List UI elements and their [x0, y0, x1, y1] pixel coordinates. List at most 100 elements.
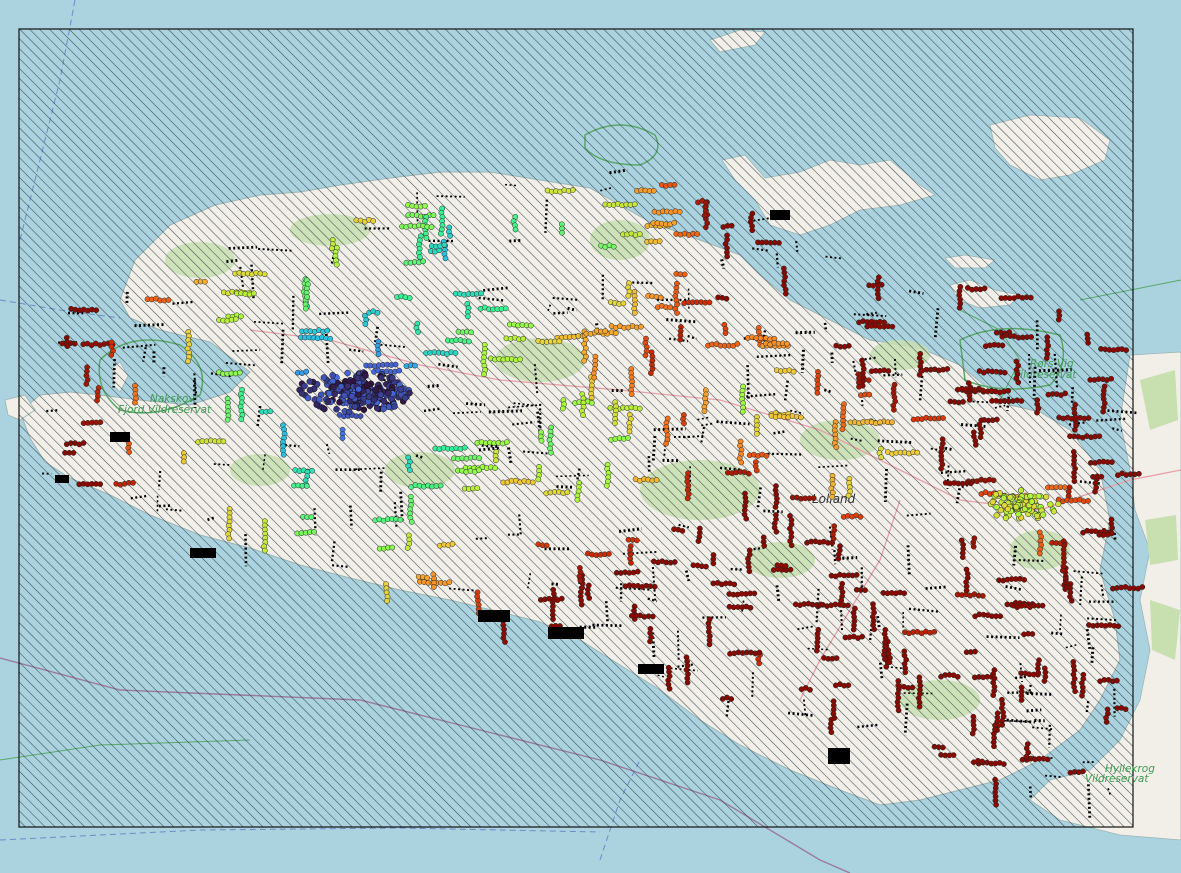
colored-point: [818, 601, 824, 608]
map-canvas[interactable]: Nakskov Fjord Vildreservat Rørs Vig Vild…: [0, 0, 1181, 873]
label-nakskov-line2: Fjord Vildreservat: [118, 404, 212, 416]
colored-point: [250, 290, 257, 297]
colored-point: [997, 613, 1004, 620]
colored-point: [706, 641, 713, 648]
colored-point: [628, 391, 635, 398]
colored-point: [901, 590, 908, 597]
colored-point: [695, 538, 702, 544]
colored-point: [845, 492, 852, 499]
cluster-point: [360, 406, 368, 413]
colored-point: [304, 294, 310, 300]
colored-point: [648, 370, 654, 377]
colored-point: [503, 439, 510, 445]
colored-point: [940, 744, 946, 751]
colored-point: [977, 434, 984, 441]
cluster-point: [304, 394, 312, 402]
cluster-point: [324, 398, 331, 406]
colored-point: [950, 752, 957, 758]
cluster-point: [1007, 494, 1014, 501]
colored-point: [1059, 567, 1066, 574]
colored-point: [83, 381, 90, 387]
colored-point: [362, 321, 369, 327]
cluster-point: [377, 391, 385, 399]
colored-point: [1039, 602, 1046, 609]
colored-point: [1109, 530, 1115, 537]
cluster-point: [397, 385, 405, 393]
colored-point: [878, 454, 885, 461]
colored-point: [782, 290, 789, 297]
colored-point: [1072, 426, 1078, 433]
colored-point: [814, 390, 821, 396]
cluster-point: [1002, 514, 1009, 522]
colored-point: [909, 684, 916, 691]
study-area-hatch: [19, 29, 1133, 827]
colored-point: [649, 613, 656, 620]
colored-point: [412, 362, 418, 369]
colored-point: [763, 452, 770, 459]
colored-point: [883, 663, 890, 670]
colored-point: [782, 563, 789, 569]
colored-point: [845, 602, 851, 609]
colored-point: [980, 387, 986, 394]
colored-point: [798, 414, 804, 421]
map-view[interactable]: Nakskov Fjord Vildreservat Rørs Vig Vild…: [0, 0, 1181, 873]
colored-point: [303, 368, 310, 375]
colored-point: [126, 449, 132, 455]
colored-point: [606, 551, 612, 557]
colored-point: [586, 595, 593, 601]
colored-point: [238, 313, 244, 320]
colored-point: [845, 682, 852, 689]
cluster-point: [329, 372, 336, 379]
cluster-point: [344, 382, 352, 390]
colored-point: [1018, 398, 1025, 404]
colored-point: [1122, 706, 1129, 713]
colored-point: [1068, 597, 1075, 604]
colored-point: [535, 476, 542, 483]
colored-point: [577, 577, 584, 584]
colored-point: [956, 304, 963, 311]
colored-point: [430, 212, 437, 219]
colored-point: [80, 440, 87, 446]
cluster-point: [333, 405, 340, 413]
colored-point: [722, 330, 729, 336]
colored-point: [979, 758, 986, 765]
colored-point: [1029, 631, 1036, 637]
colored-point: [728, 222, 735, 229]
colored-point: [746, 568, 753, 575]
colored-point: [1062, 390, 1069, 397]
cluster-point: [1004, 506, 1011, 513]
colored-point: [374, 309, 381, 316]
colored-point: [677, 336, 684, 343]
colored-point: [474, 485, 481, 492]
colored-point: [751, 590, 758, 597]
colored-point: [931, 628, 938, 635]
black-point-track: [226, 258, 239, 264]
colored-point: [681, 271, 688, 278]
cluster-point: [336, 399, 343, 406]
colored-point: [329, 245, 335, 252]
colored-point: [631, 310, 638, 316]
colored-point: [1043, 355, 1050, 362]
colored-point: [71, 340, 78, 347]
colored-point: [972, 648, 978, 655]
colored-point: [324, 327, 331, 334]
colored-point: [914, 449, 921, 456]
colored-point: [734, 341, 741, 347]
colored-point: [651, 583, 658, 590]
colored-point: [990, 477, 997, 484]
colored-point: [564, 489, 571, 496]
colored-point: [882, 656, 888, 663]
colored-point: [1021, 576, 1028, 583]
colored-point: [261, 547, 268, 554]
colored-point: [866, 391, 873, 398]
colored-point: [772, 504, 779, 510]
colored-point: [634, 568, 641, 575]
colored-point: [327, 335, 334, 342]
colored-point: [1100, 408, 1106, 415]
cluster-point: [989, 498, 996, 505]
colored-point: [1041, 678, 1048, 684]
colored-point: [442, 255, 449, 262]
black-point-block: [770, 210, 790, 220]
colored-point: [185, 358, 191, 365]
colored-point: [856, 383, 862, 390]
